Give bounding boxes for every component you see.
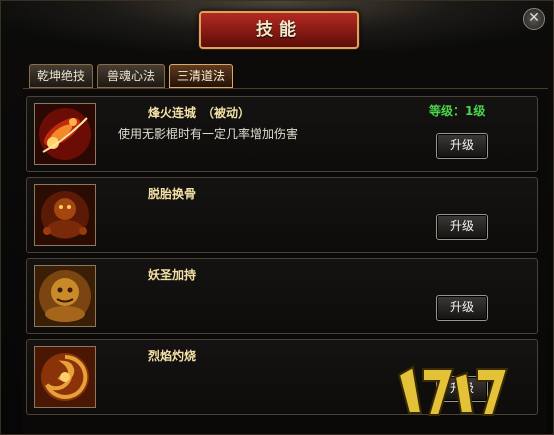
title-bar: 技能 ✕: [1, 1, 553, 51]
skill-row: 妖圣加持 升级: [26, 258, 538, 334]
tab-shouhun[interactable]: 兽魂心法: [97, 64, 165, 88]
skill-level: 等级：1级: [429, 104, 486, 118]
upgrade-button[interactable]: 升级: [436, 295, 488, 321]
skill-icon-frame: [34, 103, 96, 165]
skills-window: 技能 ✕ 乾坤绝技 兽魂心法 三清道法 烽火连城 （被动） 等级：1级 使用无影…: [0, 0, 554, 435]
fire-strike-icon: [35, 104, 95, 164]
skill-icon-frame: [34, 346, 96, 408]
skill-name: 脱胎换骨: [148, 187, 197, 201]
skill-name: 烽火连城 （被动）: [148, 106, 251, 120]
tab-qiankun[interactable]: 乾坤绝技: [29, 64, 93, 88]
flame-swirl-icon: [35, 347, 95, 407]
close-icon[interactable]: ✕: [523, 8, 545, 30]
tab-divider: [23, 88, 548, 89]
skill-row: 烽火连城 （被动） 等级：1级 使用无影棍时有一定几率增加伤害 升级: [26, 96, 538, 172]
red-beast-icon: [35, 185, 95, 245]
upgrade-button[interactable]: 升级: [436, 133, 488, 159]
skill-description: 使用无影棍时有一定几率增加伤害: [118, 127, 299, 141]
skill-name: 妖圣加持: [148, 268, 197, 282]
golden-beast-icon: [35, 266, 95, 326]
tab-sanqing[interactable]: 三清道法: [169, 64, 233, 88]
window-title: 技能: [256, 20, 302, 40]
upgrade-button[interactable]: 升级: [436, 214, 488, 240]
title-plate: 技能: [199, 11, 359, 49]
watermark-logo: [397, 365, 509, 416]
skill-name: 烈焰灼烧: [148, 349, 197, 363]
skill-icon-frame: [34, 184, 96, 246]
skill-icon-frame: [34, 265, 96, 327]
skill-row: 脱胎换骨 升级: [26, 177, 538, 253]
